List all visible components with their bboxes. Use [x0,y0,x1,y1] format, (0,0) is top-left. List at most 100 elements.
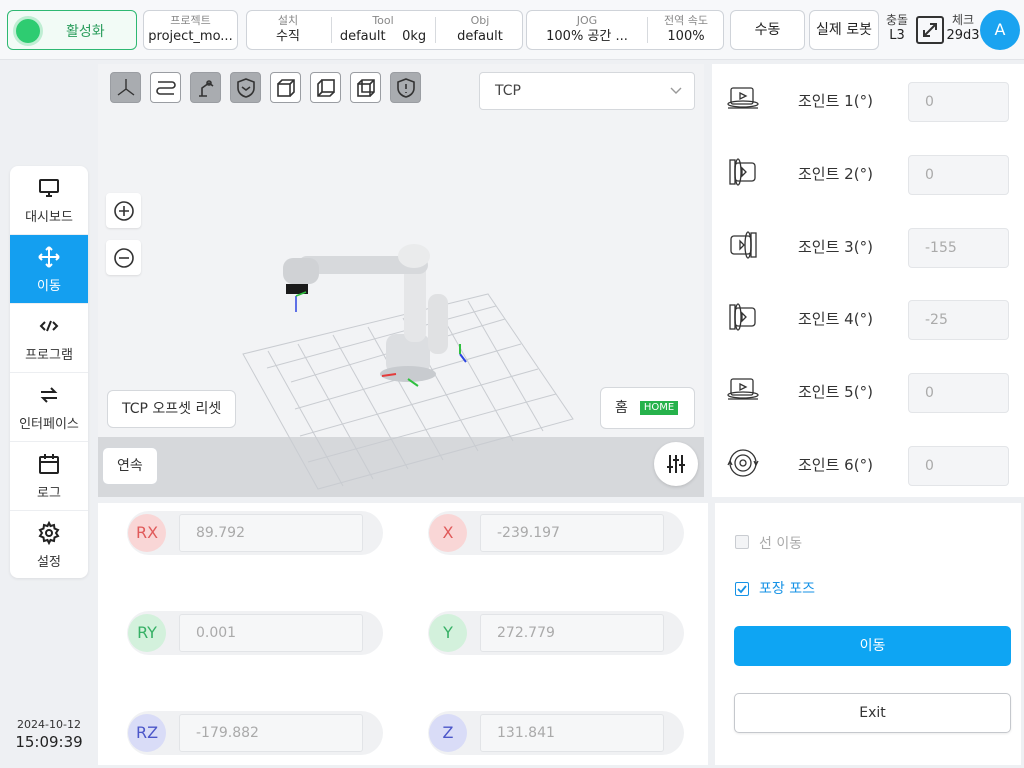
move-icon [38,246,60,268]
install-tool-obj-panel[interactable]: 설치 수직 Tool default 0kg Obj default [246,10,523,50]
exit-button[interactable]: Exit [734,693,1011,733]
real-robot-button[interactable]: 실제 로봇 [809,10,879,50]
ry-badge: RY [128,614,166,652]
ry-value[interactable]: 0.001 [179,614,363,652]
activate-label: 활성화 [66,24,105,40]
sidebar-item-label: 인터페이스 [19,417,79,432]
tcp-pose-panel: RX 89.792 RY 0.001 RZ -179.882 X -239.19… [98,503,708,765]
x-value[interactable]: -239.197 [480,514,664,552]
rz-value[interactable]: -179.882 [179,714,363,752]
path-view-icon[interactable] [150,72,181,103]
joint-2-value[interactable]: 0 [908,155,1009,195]
linear-move-label[interactable]: 선 이동 [759,533,802,553]
joint-label: 조인트 3(°) [798,238,873,256]
collision-level[interactable]: 충돌 L3 [882,12,912,44]
obj-value: default [457,29,503,44]
sidebar-item-settings[interactable]: 설정 [10,511,88,578]
sidebar-nav: 대시보드 이동 프로그램 인터페이스 로그 설정 [10,166,88,578]
joints-panel: 조인트 1(°) 0 조인트 2(°) 0 조인트 3(°) -155 조인트 … [712,64,1024,497]
sidebar-item-label: 설정 [37,555,61,570]
expand-icon[interactable] [916,16,944,44]
sidebar-item-log[interactable]: 로그 [10,442,88,511]
install-cell[interactable]: 설치 수직 [247,14,329,45]
y-value[interactable]: 272.779 [480,614,664,652]
continuous-mode-button[interactable]: 연속 [102,447,158,485]
divider [647,17,648,43]
home-label: 홈 [615,400,628,416]
joint-1-icon [727,87,759,109]
zoom-in-button[interactable] [106,193,141,228]
joint-row-2: 조인트 2(°) 0 [712,141,1024,201]
tool-header: Tool [372,14,394,27]
sidebar-item-program[interactable]: 프로그램 [10,304,88,373]
global-speed-header: 전역 속도 [664,14,708,27]
robot-arm-model [283,244,467,387]
project-selector[interactable]: 프로젝트 project_mo... [143,10,238,50]
sidebar-item-dashboard[interactable]: 대시보드 [10,166,88,235]
robot-view-icon[interactable] [190,72,221,103]
axis-view-icon[interactable] [110,72,141,103]
coordinate-select[interactable]: TCP [479,72,695,110]
joint-4-value[interactable]: -25 [908,300,1009,340]
tcp-offset-reset-button[interactable]: TCP 오프셋 리셋 [107,390,237,428]
coordinate-select-value: TCP [495,83,521,99]
check-indicator[interactable]: 체크 29d3 [946,12,980,44]
user-avatar[interactable]: A [980,10,1020,50]
check-header: 체크 [951,13,975,27]
pose-rx: RX 89.792 [127,511,383,555]
tool-cell[interactable]: Tool default 0kg [333,14,433,45]
packing-pose-label[interactable]: 포장 포즈 [759,578,815,598]
project-value: project_mo... [148,29,233,44]
home-badge: HOME [639,401,679,415]
activate-button[interactable]: 활성화 [7,10,137,50]
robot-3d-viewport[interactable]: TCP TCP 오프셋 리셋 홈 HOME 연속 [98,64,704,497]
joint-6-value[interactable]: 0 [908,446,1009,486]
packing-pose-checkbox[interactable] [735,582,749,596]
joint-label: 조인트 5(°) [798,383,873,401]
global-speed-cell[interactable]: 전역 속도 100% [649,14,723,45]
joint-label: 조인트 4(°) [798,310,873,328]
cube-side-view-icon[interactable] [310,72,341,103]
move-button[interactable]: 이동 [734,626,1011,666]
sidebar-item-label: 프로그램 [25,348,73,363]
joint-row-1: 조인트 1(°) 0 [712,68,1024,128]
x-badge: X [429,514,467,552]
obj-cell[interactable]: Obj default [437,14,523,45]
joint-row-4: 조인트 4(°) -25 [712,286,1024,346]
joint-3-value[interactable]: -155 [908,228,1009,268]
check-icon [737,585,747,594]
tool-weight: 0kg [402,29,427,44]
zoom-out-button[interactable] [106,240,141,275]
joint-label: 조인트 6(°) [798,456,873,474]
joint-1-value[interactable]: 0 [908,82,1009,122]
linear-move-checkbox[interactable] [735,535,749,549]
code-icon [39,320,59,332]
jog-value: 100% 공간 ... [546,29,628,44]
manual-mode-button[interactable]: 수동 [730,10,805,50]
current-time: 15:09:39 [15,733,83,751]
joint-row-5: 조인트 5(°) 0 [712,359,1024,419]
joint-label: 조인트 2(°) [798,165,873,183]
joint-2-icon [729,158,756,186]
cube-top-view-icon[interactable] [350,72,381,103]
sidebar-item-label: 이동 [37,279,61,294]
cube-front-view-icon[interactable] [270,72,301,103]
home-button[interactable]: 홈 HOME [600,387,695,429]
rx-value[interactable]: 89.792 [179,514,363,552]
joint-row-3: 조인트 3(°) -155 [712,214,1024,274]
joint-6-icon [727,449,759,477]
shield-view-icon[interactable] [230,72,261,103]
joint-5-value[interactable]: 0 [908,373,1009,413]
divider [435,17,436,43]
pose-rz: RZ -179.882 [127,711,383,755]
plus-circle-icon [114,201,134,221]
adjust-settings-button[interactable] [654,442,698,486]
jog-speed-panel[interactable]: JOG 100% 공간 ... 전역 속도 100% [526,10,724,50]
jog-cell[interactable]: JOG 100% 공간 ... [529,14,645,45]
sidebar-item-interface[interactable]: 인터페이스 [10,373,88,442]
joint-5-icon [727,378,759,400]
sidebar-item-move[interactable]: 이동 [10,235,88,304]
z-value[interactable]: 131.841 [480,714,664,752]
safety-shield-icon[interactable] [390,72,421,103]
tool-value: default [339,29,386,44]
